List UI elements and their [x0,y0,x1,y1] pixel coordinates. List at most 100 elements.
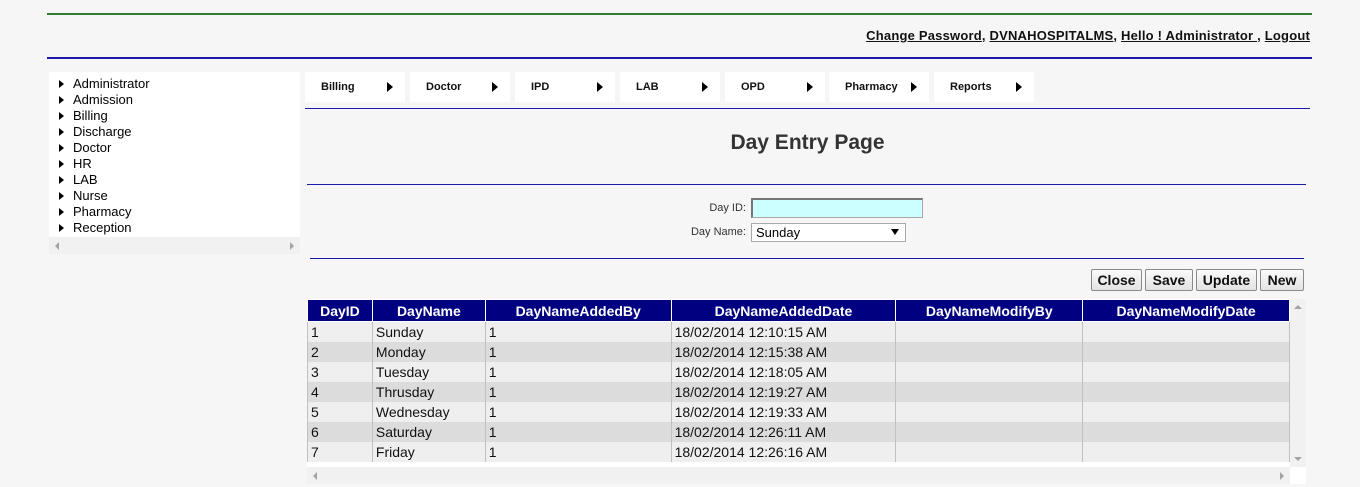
menu-item-opd[interactable]: OPD [725,72,825,102]
save-button[interactable]: Save [1145,269,1193,291]
table-row[interactable]: 7 Friday 1 18/02/2014 12:26:16 AM [307,442,1290,462]
cell-added-date: 18/02/2014 12:26:11 AM [670,422,897,442]
table-row[interactable]: 5 Wednesday 1 18/02/2014 12:19:33 AM [307,402,1290,422]
cell-added-date: 18/02/2014 12:15:38 AM [670,342,897,362]
cell-modify-date [1082,442,1290,462]
close-button[interactable]: Close [1091,269,1142,291]
cell-modify-by [895,422,1084,442]
menu-item-billing[interactable]: Billing [305,72,405,102]
table-row[interactable]: 4 Thrusday 1 18/02/2014 12:19:27 AM [307,382,1290,402]
cell-day-id: 7 [307,442,373,462]
cell-added-date: 18/02/2014 12:10:15 AM [670,321,897,342]
sidebar-menu: Administrator Admission Billing Discharg… [49,72,300,236]
day-name-label: Day Name: [690,226,746,238]
column-header[interactable]: DayNameAddedDate [670,299,897,322]
top-divider [47,13,1312,15]
menu-item-doctor[interactable]: Doctor [410,72,510,102]
day-id-label: Day ID: [709,202,746,214]
sidebar-item-lab[interactable]: LAB [49,172,300,188]
sidebar-item-discharge[interactable]: Discharge [49,124,300,140]
sidebar-item-pharmacy[interactable]: Pharmacy [49,204,300,220]
sidebar-item-billing[interactable]: Billing [49,108,300,124]
menu-item-pharmacy[interactable]: Pharmacy [829,72,929,102]
menu-item-label: Doctor [426,81,462,93]
cell-day-id: 3 [307,362,373,382]
change-password-link[interactable]: Change Password [866,28,982,43]
account-links: Change Password, DVNAHOSPITALMS, Hello !… [866,28,1310,43]
sidebar-item-label: Doctor [73,140,112,155]
cell-modify-by [895,362,1084,382]
sidebar-item-label: Admission [73,92,133,107]
hospital-link[interactable]: DVNAHOSPITALMS [990,28,1114,43]
menu-item-reports[interactable]: Reports [934,72,1034,102]
new-button[interactable]: New [1260,269,1304,291]
column-header[interactable]: DayNameModifyDate [1082,299,1290,322]
menu-item-lab[interactable]: LAB [620,72,720,102]
cell-added-date: 18/02/2014 12:26:16 AM [670,442,897,462]
cell-added-date: 18/02/2014 12:18:05 AM [670,362,897,382]
day-table: DayID DayName DayNameAddedBy DayNameAdde… [307,299,1290,462]
sidebar-item-doctor[interactable]: Doctor [49,140,300,156]
column-header[interactable]: DayNameModifyBy [895,299,1084,322]
sidebar: Administrator Admission Billing Discharg… [49,72,300,254]
cell-day-id: 6 [307,422,373,442]
cell-added-date: 18/02/2014 12:19:33 AM [670,402,897,422]
sidebar-item-hr[interactable]: HR [49,156,300,172]
menu-item-ipd[interactable]: IPD [515,72,615,102]
cell-day-id: 1 [307,321,373,342]
cell-modify-date [1082,422,1290,442]
scroll-up-icon[interactable] [1294,305,1302,309]
grid-horizontal-scrollbar[interactable] [307,467,1290,484]
cell-day-name: Thrusday [371,382,486,402]
table-row[interactable]: 3 Tuesday 1 18/02/2014 12:18:05 AM [307,362,1290,382]
cell-day-name: Wednesday [371,402,486,422]
column-header[interactable]: DayName [371,299,486,322]
menu-item-label: IPD [531,81,550,93]
scroll-left-icon[interactable] [55,242,59,250]
cell-modify-date [1082,402,1290,422]
column-header[interactable]: DayID [307,299,373,322]
scroll-right-icon[interactable] [1280,472,1284,480]
column-header[interactable]: DayNameAddedBy [484,299,672,322]
day-id-input[interactable] [751,198,923,218]
sidebar-item-admission[interactable]: Admission [49,92,300,108]
scroll-right-icon[interactable] [290,242,294,250]
sidebar-item-label: Billing [73,108,108,123]
cell-modify-date [1082,362,1290,382]
cell-added-by: 1 [484,442,672,462]
sidebar-horizontal-scrollbar[interactable] [49,237,300,254]
logout-link[interactable]: Logout [1265,28,1310,43]
menu-item-label: OPD [741,81,765,93]
table-row[interactable]: 1 Sunday 1 18/02/2014 12:10:15 AM [307,321,1290,342]
cell-day-id: 2 [307,342,373,362]
sidebar-item-label: Reception [73,220,132,235]
table-row[interactable]: 2 Monday 1 18/02/2014 12:15:38 AM [307,342,1290,362]
scroll-down-icon[interactable] [1294,457,1302,461]
sidebar-item-nurse[interactable]: Nurse [49,188,300,204]
table-row[interactable]: 6 Saturday 1 18/02/2014 12:26:11 AM [307,422,1290,442]
triangle-right-icon [59,208,64,216]
update-button[interactable]: Update [1196,269,1257,291]
day-grid: DayID DayName DayNameAddedBy DayNameAdde… [307,299,1306,484]
triangle-right-icon [59,144,64,152]
greeting-text[interactable]: Hello ! Administrator [1121,28,1257,43]
header-divider [47,57,1312,59]
triangle-right-icon [59,192,64,200]
form-divider [310,258,1304,259]
sidebar-item-administrator[interactable]: Administrator [49,76,300,92]
menu-item-label: Billing [321,81,355,93]
cell-day-name: Saturday [371,422,486,442]
sidebar-item-reception[interactable]: Reception [49,220,300,236]
cell-modify-by [895,402,1084,422]
triangle-right-icon [59,176,64,184]
cell-modify-by [895,442,1084,462]
scroll-left-icon[interactable] [313,472,317,480]
menu-item-label: Reports [950,81,992,93]
grid-vertical-scrollbar[interactable] [1290,299,1306,467]
cell-added-by: 1 [484,362,672,382]
triangle-right-icon [59,112,64,120]
sidebar-item-label: Nurse [73,188,108,203]
day-name-select[interactable]: Sunday [751,223,906,242]
cell-modify-by [895,382,1084,402]
cell-day-name: Tuesday [371,362,486,382]
